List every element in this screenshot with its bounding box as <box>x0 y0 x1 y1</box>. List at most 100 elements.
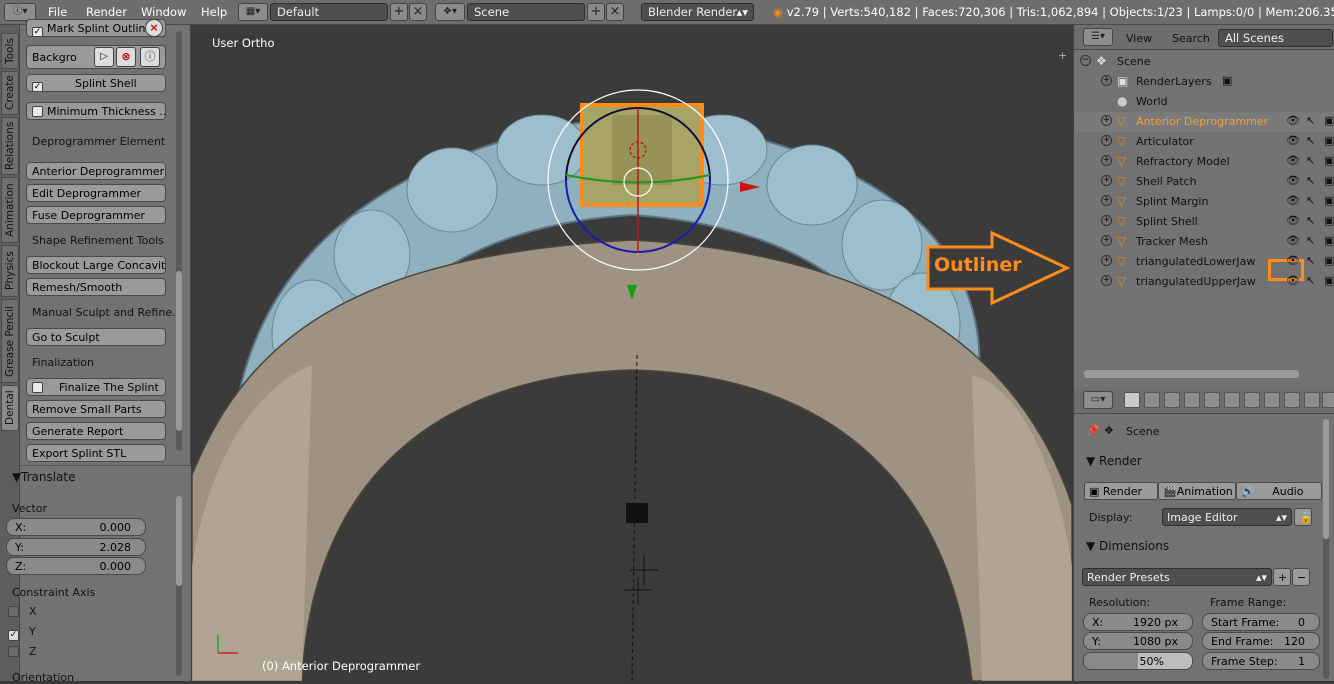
outliner-search-menu[interactable]: Search <box>1172 32 1210 45</box>
fuse-deprogrammer-button[interactable]: Fuse Deprogrammer <box>26 206 166 224</box>
tab-dental[interactable]: Dental <box>1 385 19 431</box>
visibility-eye-icon[interactable]: 👁 <box>1286 134 1300 147</box>
outliner-row-object[interactable]: + ▽ Shell Patch 👁 ↖ ▣ <box>1074 172 1334 192</box>
properties-scrollbar[interactable] <box>1323 419 1329 679</box>
add-preset-icon[interactable]: + <box>1273 568 1291 586</box>
tab-physics[interactable]: Physics <box>1 245 19 297</box>
minimum-thickness-button[interactable]: Minimum Thickness ... <box>26 102 166 120</box>
outliner-row-object[interactable]: + ▽ Refractory Model 👁 ↖ ▣ <box>1074 152 1334 172</box>
renderable-camera-icon[interactable]: ▣ <box>1324 154 1334 167</box>
outliner-row-object[interactable]: + ▽ triangulatedLowerJaw 👁 ↖ ▣ <box>1074 252 1334 272</box>
expand-icon[interactable]: + <box>1101 215 1112 226</box>
scene-select[interactable]: Scene <box>467 3 585 21</box>
renderable-camera-icon[interactable]: ▣ <box>1324 194 1334 207</box>
selectable-cursor-icon[interactable]: ↖ <box>1306 194 1315 207</box>
constraint-z-checkbox[interactable]: Z <box>8 645 37 658</box>
expand-icon[interactable]: + <box>1101 155 1112 166</box>
outliner-row-object[interactable]: + ▽ Splint Shell 👁 ↖ ▣ <box>1074 212 1334 232</box>
vector-y-field[interactable]: Y: 2.028 <box>6 538 146 556</box>
remove-small-parts-button[interactable]: Remove Small Parts <box>26 400 166 418</box>
export-splint-stl-button[interactable]: Export Splint STL <box>26 444 166 462</box>
vector-z-field[interactable]: Z: 0.000 <box>6 557 146 575</box>
edit-deprogrammer-button[interactable]: Edit Deprogrammer <box>26 184 166 202</box>
renderable-camera-icon[interactable]: ▣ <box>1324 254 1334 267</box>
modifiers-tab-icon[interactable] <box>1244 392 1260 408</box>
render-tab-icon[interactable] <box>1124 392 1140 408</box>
expand-icon[interactable]: + <box>1101 235 1112 246</box>
visibility-eye-icon[interactable]: 👁 <box>1286 174 1300 187</box>
display-mode-select[interactable]: All Scenes <box>1218 29 1333 47</box>
3d-viewport[interactable]: User Ortho Outliner (0) Anterior Deprogr… <box>192 25 1072 681</box>
visibility-eye-icon[interactable]: 👁 <box>1286 234 1300 247</box>
world-tab-icon[interactable] <box>1184 392 1200 408</box>
tab-tools[interactable]: Tools <box>1 33 19 69</box>
renderable-camera-icon[interactable]: ▣ <box>1324 174 1334 187</box>
selectable-cursor-icon[interactable]: ↖ <box>1306 254 1315 267</box>
tab-create[interactable]: Create <box>1 71 19 115</box>
animation-button[interactable]: 🎬Animation <box>1158 482 1236 500</box>
start-frame-field[interactable]: Start Frame: 0 <box>1202 613 1320 631</box>
render-section-header[interactable]: ▼ Render <box>1086 454 1142 468</box>
panel-collapse-icon[interactable]: ▼ <box>12 470 21 484</box>
layers-tab-icon[interactable] <box>1144 392 1160 408</box>
tab-animation[interactable]: Animation <box>1 177 19 243</box>
selectable-cursor-icon[interactable]: ↖ <box>1306 274 1315 287</box>
resolution-percentage-slider[interactable]: 50% <box>1083 652 1193 670</box>
go-to-sculpt-button[interactable]: Go to Sculpt <box>26 328 166 346</box>
renderable-camera-icon[interactable]: ▣ <box>1324 214 1334 227</box>
outliner-row-scene[interactable]: − ❖ Scene <box>1074 52 1334 72</box>
render-button[interactable]: ▣ Render <box>1084 482 1158 500</box>
selectable-cursor-icon[interactable]: ↖ <box>1306 154 1315 167</box>
physics-tab-icon[interactable] <box>1322 392 1334 408</box>
outliner-row-object[interactable]: + ▽ Tracker Mesh 👁 ↖ ▣ <box>1074 232 1334 252</box>
remove-layout-icon[interactable]: × <box>409 3 427 21</box>
audio-button[interactable]: 🔊 Audio <box>1236 482 1322 500</box>
visibility-eye-icon[interactable]: 👁 <box>1286 154 1300 167</box>
scene-tab-icon[interactable] <box>1164 392 1180 408</box>
info-icon[interactable]: ⓘ <box>140 47 160 67</box>
renderable-camera-icon[interactable]: ▣ <box>1324 234 1334 247</box>
renderable-camera-icon[interactable]: ▣ <box>1324 134 1334 147</box>
menu-window[interactable]: Window <box>141 5 186 19</box>
expand-icon[interactable]: + <box>1101 175 1112 186</box>
pin-icon[interactable]: 📌 <box>1086 424 1100 437</box>
object-tab-icon[interactable] <box>1204 392 1220 408</box>
expand-icon[interactable]: + <box>1101 195 1112 206</box>
generate-report-button[interactable]: Generate Report <box>26 422 166 440</box>
outliner-row-object[interactable]: + ▽ triangulatedUpperJaw 👁 ↖ ▣ <box>1074 272 1334 292</box>
remove-preset-icon[interactable]: − <box>1292 568 1310 586</box>
vector-x-field[interactable]: X: 0.000 <box>6 518 146 536</box>
outliner-view-menu[interactable]: View <box>1126 32 1152 45</box>
expand-icon[interactable]: + <box>1101 275 1112 286</box>
visibility-eye-icon[interactable]: 👁 <box>1286 214 1300 227</box>
remesh-smooth-button[interactable]: Remesh/Smooth <box>26 278 166 296</box>
menu-help[interactable]: Help <box>201 5 227 19</box>
resolution-y-field[interactable]: Y: 1080 px <box>1083 632 1193 650</box>
blockout-button[interactable]: Blockout Large Concavit... <box>26 256 166 274</box>
expand-icon[interactable]: + <box>1101 135 1112 146</box>
remove-scene-icon[interactable]: × <box>606 3 624 21</box>
finalize-splint-button[interactable]: Finalize The Splint <box>26 378 166 396</box>
expand-icon[interactable]: + <box>1101 115 1112 126</box>
selectable-cursor-icon[interactable]: ↖ <box>1306 174 1315 187</box>
splint-shell-button[interactable]: ✓ Splint Shell <box>26 74 166 92</box>
outliner-row-object[interactable]: + ▽ Anterior Deprogrammer 👁 ↖ ▣ <box>1074 112 1334 132</box>
layout-select[interactable]: Default <box>270 3 388 21</box>
renderable-camera-icon[interactable]: ▣ <box>1324 114 1334 127</box>
constraint-x-checkbox[interactable]: X <box>8 605 37 618</box>
frame-step-field[interactable]: Frame Step: 1 <box>1202 652 1320 670</box>
outliner-row-renderlayers[interactable]: + ▣ RenderLayers ▣ <box>1074 72 1334 92</box>
menu-render[interactable]: Render <box>86 5 127 19</box>
play-icon[interactable]: ▷ <box>94 47 114 67</box>
toolshelf-scrollbar[interactable] <box>176 31 182 451</box>
selectable-cursor-icon[interactable]: ↖ <box>1306 134 1315 147</box>
display-select[interactable]: Image Editor ▴▾ <box>1162 508 1292 526</box>
render-presets-select[interactable]: Render Presets ▴▾ <box>1082 568 1272 586</box>
constraints-tab-icon[interactable] <box>1224 392 1240 408</box>
menu-file[interactable]: File <box>48 5 67 19</box>
cancel-icon[interactable]: ⊗ <box>116 47 136 67</box>
plus-icon[interactable]: + <box>1058 49 1067 62</box>
visibility-eye-icon[interactable]: 👁 <box>1286 274 1300 287</box>
outliner-hscroll[interactable] <box>1084 370 1299 378</box>
lock-icon[interactable]: 🔒 <box>1294 508 1313 526</box>
